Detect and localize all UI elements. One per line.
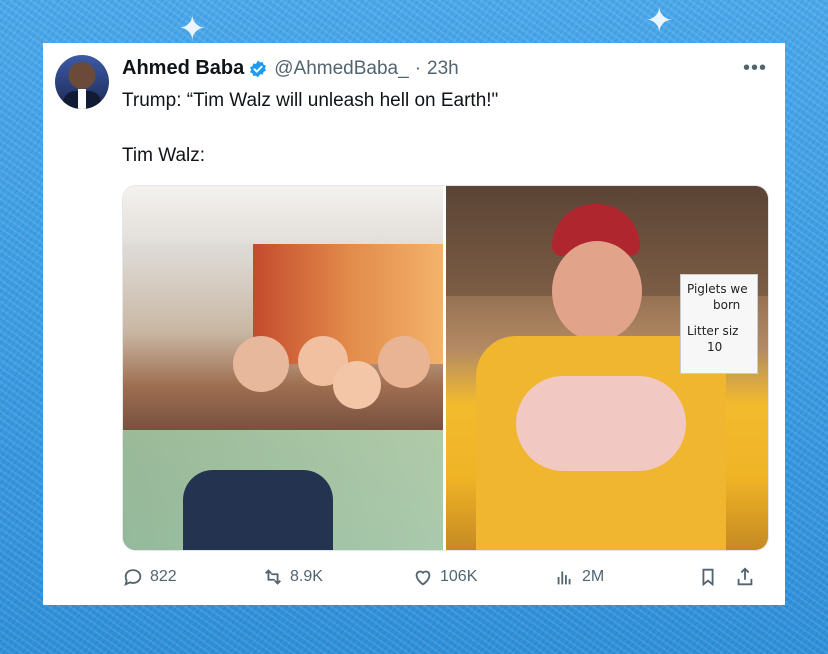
sparkle-icon: ✦	[178, 10, 207, 48]
sign-line-2: born	[713, 298, 741, 312]
more-horizontal-icon[interactable]: •••	[743, 57, 767, 80]
share-icon	[737, 567, 753, 586]
views-icon	[557, 571, 571, 585]
piglet	[516, 376, 686, 471]
tweet-header: Ahmed Baba @AhmedBaba_ · 23h	[122, 57, 459, 80]
sign-line-3: Litter siz	[687, 324, 739, 338]
timestamp[interactable]: 23h	[427, 58, 459, 80]
person-face	[378, 336, 430, 388]
sign-line-1: Piglets we	[687, 282, 748, 296]
reply-icon	[124, 569, 142, 586]
views-button[interactable]: 2M	[554, 566, 604, 588]
reply-count: 822	[150, 568, 177, 585]
verified-badge-icon	[250, 60, 267, 77]
person-face	[552, 241, 642, 341]
photo-left[interactable]	[123, 186, 443, 550]
avatar[interactable]	[55, 55, 109, 109]
bookmark-icon	[702, 568, 714, 587]
ceiling	[123, 186, 443, 244]
reply-button[interactable]: 822	[122, 566, 177, 588]
bookmark-button[interactable]	[697, 566, 725, 588]
author-name[interactable]: Ahmed Baba	[122, 57, 244, 80]
heart-icon	[415, 570, 431, 586]
person-face	[233, 336, 289, 392]
views-count: 2M	[582, 568, 605, 585]
avatar-shirt	[78, 89, 86, 109]
sign-line-4: 10	[707, 340, 723, 354]
repost-button[interactable]: 8.9K	[262, 566, 323, 588]
piglet-sign: Piglets we born Litter siz 10	[680, 274, 758, 374]
separator: ·	[414, 57, 422, 79]
like-count: 106K	[440, 568, 478, 585]
like-button[interactable]: 106K	[412, 566, 477, 588]
person-face	[333, 361, 381, 409]
repost-count: 8.9K	[290, 568, 323, 585]
share-button[interactable]	[734, 566, 762, 588]
tweet-card: Ahmed Baba @AhmedBaba_ · 23h ••• Trump: …	[43, 43, 785, 605]
sparkle-icon: ✦	[645, 2, 674, 40]
media-container[interactable]: Piglets we born Litter siz 10	[122, 185, 769, 551]
tweet-actions: 822 8.9K 106K 2M	[122, 566, 767, 596]
tweet-text-line-2: Tim Walz:	[122, 145, 206, 166]
repost-icon	[265, 569, 281, 585]
tweet-text-line-1: Trump: “Tim Walz will unleash hell on Ea…	[122, 90, 499, 111]
suit	[183, 470, 333, 550]
photo-right[interactable]: Piglets we born Litter siz 10	[446, 186, 768, 550]
author-handle[interactable]: @AhmedBaba_	[274, 58, 408, 80]
